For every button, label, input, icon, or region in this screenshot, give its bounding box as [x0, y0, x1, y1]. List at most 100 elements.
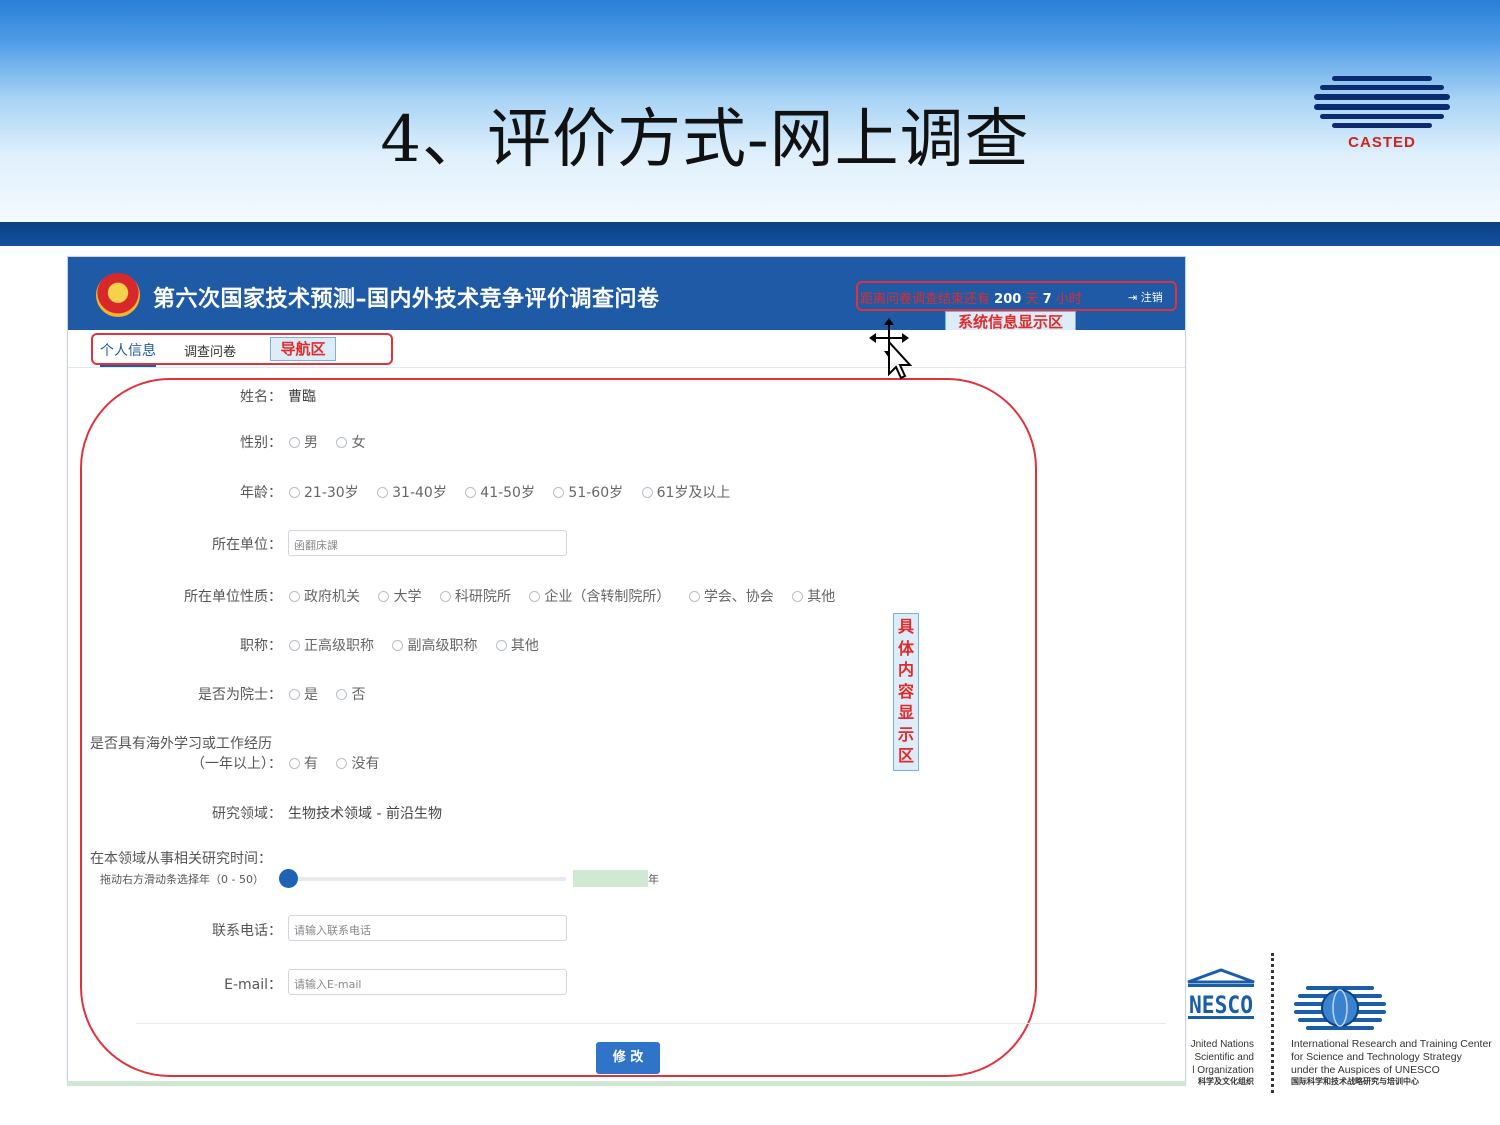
research-years-output [573, 870, 648, 887]
age-option[interactable]: 31-40岁 [377, 482, 447, 502]
academician-option-yes[interactable]: 是 [289, 684, 318, 704]
header-bar [0, 222, 1500, 246]
radio-icon [465, 487, 477, 498]
radio-icon [641, 487, 653, 498]
phone-input[interactable]: 请输入联系电话 [288, 915, 567, 941]
move-cursor-icon [869, 318, 913, 380]
national-emblem-icon [96, 273, 140, 317]
unit-type-option[interactable]: 其他 [792, 586, 835, 606]
age-options: 21-30岁 31-40岁 41-50岁 51-60岁 61岁及以上 [289, 482, 744, 502]
age-option[interactable]: 61岁及以上 [641, 482, 730, 502]
name-label: 姓名： [240, 389, 282, 405]
radio-icon [377, 487, 389, 498]
phone-label: 联系电话： [212, 923, 282, 939]
email-input[interactable]: 请输入E-mail [288, 969, 567, 995]
overseas-label-line2: （一年以上）： [191, 756, 282, 772]
name-value: 曹臨 [288, 389, 316, 405]
content-area-label: 具体内容显示区 [893, 613, 919, 771]
radio-icon [529, 591, 541, 602]
slider-handle[interactable] [279, 869, 298, 888]
unit-type-option[interactable]: 科研院所 [439, 586, 511, 606]
academician-option-no[interactable]: 否 [336, 684, 365, 704]
radio-icon [378, 591, 390, 602]
gender-option-female[interactable]: 女 [336, 432, 365, 452]
title-rank-label: 职称： [240, 638, 282, 654]
irtc-logo-icon [1294, 986, 1386, 1030]
content-area-label-char: 示 [897, 724, 914, 744]
content-area-label-char: 容 [897, 681, 914, 701]
radio-icon [439, 591, 451, 602]
nav-area-label: 导航区 [270, 337, 336, 361]
overseas-label-line1: 是否具有海外学习或工作经历 [90, 736, 272, 752]
research-years-slider[interactable] [288, 877, 566, 881]
slide-title: 4、评价方式-网上调查 [380, 103, 1030, 177]
radio-icon [289, 591, 300, 602]
radio-icon [289, 640, 300, 651]
radio-icon [289, 487, 300, 498]
unesco-logo-icon: NESCO [1187, 968, 1255, 1019]
title-rank-option[interactable]: 副高级职称 [392, 635, 477, 655]
unit-label: 所在单位： [212, 537, 282, 553]
overseas-option-yes[interactable]: 有 [289, 753, 318, 773]
radio-icon [289, 437, 300, 448]
unesco-logo-text: NESCO [1189, 991, 1253, 1019]
age-option[interactable]: 21-30岁 [289, 482, 359, 502]
survey-screenshot: 第六次国家技术预测–国内外技术竞争评价调查问卷 距离问卷调查结束还有 200 天… [67, 256, 1186, 1086]
unit-type-option[interactable]: 政府机关 [289, 586, 360, 606]
radio-icon [495, 640, 507, 651]
gender-options: 男 女 [289, 432, 379, 452]
logout-button[interactable]: ⇥ 注销 [1128, 289, 1163, 305]
title-rank-option[interactable]: 正高级职称 [289, 635, 374, 655]
tab-personal-info[interactable]: 个人信息 [100, 340, 156, 367]
academician-label: 是否为院士： [198, 687, 282, 703]
gender-option-male[interactable]: 男 [289, 432, 318, 452]
form-divider [136, 1023, 1166, 1024]
unit-type-option[interactable]: 学会、协会 [688, 586, 774, 606]
unit-type-option[interactable]: 企业（含转制院所） [529, 586, 670, 606]
countdown-text: 距离问卷调查结束还有 200 天 7 小时 [860, 292, 1082, 307]
tab-questionnaire[interactable]: 调查问卷 [184, 341, 236, 360]
research-field-label: 研究领域： [212, 806, 282, 822]
research-years-label: 在本领域从事相关研究时间： [90, 851, 272, 867]
age-option[interactable]: 51-60岁 [553, 482, 623, 502]
radio-icon [289, 689, 300, 700]
system-info-box: 距离问卷调查结束还有 200 天 7 小时 ⇥ 注销 [856, 281, 1177, 311]
gender-label: 性别： [240, 435, 282, 451]
radio-icon [336, 689, 348, 700]
content-area-label-char: 具 [897, 617, 914, 636]
modify-button[interactable]: 修 改 [596, 1042, 660, 1074]
age-label: 年龄： [240, 485, 282, 501]
unit-type-option[interactable]: 大学 [378, 586, 421, 606]
slide: 4、评价方式-网上调查 CASTED 第六次国家技术预测–国内外技术竞争评价调查… [0, 0, 1500, 1125]
screenshot-bottom-edge [67, 1081, 1186, 1086]
content-area-label-char: 区 [897, 746, 914, 765]
footer-divider [1271, 953, 1274, 1093]
content-area-label-char: 体 [897, 638, 914, 658]
title-rank-option[interactable]: 其他 [495, 635, 539, 655]
research-years-hint: 拖动右方滑动条选择年（0 - 50） [100, 873, 264, 886]
irtc-text: International Research and Training Cent… [1291, 1038, 1492, 1076]
radio-icon [336, 437, 348, 448]
academician-options: 是 否 [289, 684, 379, 704]
email-label: E-mail： [224, 977, 282, 993]
content-area-label-char: 显 [897, 703, 914, 722]
unit-input[interactable]: 函翻床課 [288, 530, 567, 556]
radio-icon [792, 591, 804, 602]
nav-bar: 个人信息 调查问卷 导航区 [68, 330, 1185, 368]
content-area-label-char: 内 [897, 660, 914, 679]
app-title: 第六次国家技术预测–国内外技术竞争评价调查问卷 [153, 287, 660, 312]
radio-icon [688, 591, 700, 602]
logout-icon: ⇥ [1128, 291, 1138, 304]
irtc-chinese-text: 国际科学和技术战略研究与培训中心 [1291, 1077, 1419, 1086]
overseas-option-no[interactable]: 没有 [336, 753, 379, 773]
radio-icon [553, 487, 565, 498]
unesco-text: Jnited Nations Scientific and l Organiza… [1190, 1039, 1254, 1076]
research-field-value: 生物技术领域 - 前沿生物 [288, 806, 442, 822]
radio-icon [289, 758, 300, 769]
unesco-chinese-text: 科学及文化组织 [1198, 1077, 1254, 1086]
research-years-unit: 年 [648, 873, 659, 886]
title-rank-options: 正高级职称 副高级职称 其他 [289, 635, 553, 655]
unit-type-options: 政府机关 大学 科研院所 企业（含转制院所） 学会、协会 其他 [289, 586, 849, 606]
overseas-options: 有 没有 [289, 753, 393, 773]
age-option[interactable]: 41-50岁 [465, 482, 535, 502]
